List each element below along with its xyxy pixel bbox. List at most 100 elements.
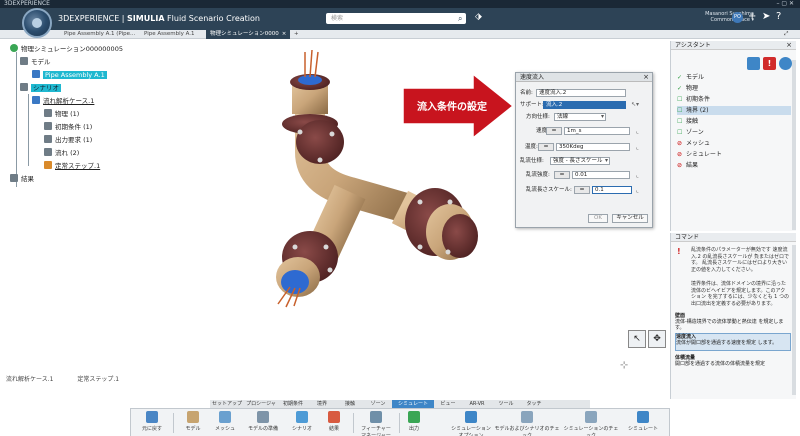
- assistant-item-results[interactable]: ⊘ 結果: [677, 161, 698, 170]
- callout-text: 流入条件の設定: [417, 102, 487, 113]
- tree-item-physics[interactable]: 物理 (1): [44, 109, 79, 119]
- tree-item-output[interactable]: 出力要求 (1): [44, 135, 92, 145]
- avatar[interactable]: PO: [732, 12, 743, 23]
- temperature-formula-button[interactable]: =: [538, 143, 554, 151]
- section-tab-tools[interactable]: ツール: [492, 400, 520, 408]
- tree-item-fluid-case[interactable]: 流れ解析ケース.1: [32, 96, 94, 106]
- search-icon[interactable]: ⌕: [458, 13, 468, 24]
- move-tool-icon[interactable]: ✥: [648, 330, 666, 348]
- mesh-icon: [219, 411, 231, 423]
- model-icon: [20, 57, 28, 65]
- length-scale-field[interactable]: 0.1: [592, 186, 632, 194]
- parameter-icon[interactable]: ⌞: [636, 172, 639, 179]
- command-velocity-inlet[interactable]: 速度流入 流体が開口部を通過する速度を規定 します。: [675, 333, 791, 351]
- tree-item-scenario[interactable]: シナリオ: [20, 83, 61, 93]
- share-icon[interactable]: ➤: [762, 11, 770, 23]
- undo-button[interactable]: 元に戻す: [137, 411, 167, 435]
- assistant-header: アシスタント ×: [671, 41, 796, 50]
- parameter-icon[interactable]: ⌞: [636, 187, 639, 194]
- section-tab-initial[interactable]: 初期条件: [278, 400, 308, 408]
- assistant-item-simulate[interactable]: ⊘ シミュレート: [677, 150, 722, 159]
- tree-item-model[interactable]: モデル: [20, 57, 51, 67]
- assistant-scrollbar[interactable]: [792, 60, 796, 230]
- section-tab-arvr[interactable]: AR-VR: [462, 400, 492, 408]
- assistant-item-contact[interactable]: ☐ 接触: [677, 117, 698, 126]
- status-item-case[interactable]: 流れ解析ケース.1: [6, 376, 53, 383]
- velocity-formula-button[interactable]: =: [546, 127, 562, 135]
- search-input[interactable]: 検索: [326, 13, 466, 24]
- scenario-button[interactable]: シナリオ: [287, 411, 317, 435]
- scenario-icon: [296, 411, 308, 423]
- tree-item-flow[interactable]: 流れ (2): [44, 148, 79, 158]
- simulation-options-button[interactable]: シミュレーション オプション: [449, 411, 493, 436]
- add-icon[interactable]: +: [748, 11, 756, 23]
- simulate-button[interactable]: シミュレート: [623, 411, 663, 435]
- assistant-item-model[interactable]: ✓ モデル: [677, 73, 704, 82]
- settings-icon[interactable]: [779, 57, 792, 70]
- cancel-button[interactable]: キャンセル: [612, 214, 648, 223]
- parameter-icon[interactable]: ⌞: [636, 144, 639, 151]
- model-button[interactable]: モデル: [179, 411, 207, 435]
- tree-root[interactable]: 物理シミュレーション000000005: [10, 44, 123, 54]
- intensity-formula-button[interactable]: =: [554, 171, 570, 179]
- tab-add[interactable]: +: [290, 30, 303, 39]
- turbulence-dropdown[interactable]: 強度 - 長さスケール: [550, 157, 610, 165]
- name-field[interactable]: 速度流入.2: [536, 89, 626, 97]
- section-tab-view[interactable]: ビュー: [434, 400, 462, 408]
- simulation-check-button[interactable]: シミュレーションのチェック: [563, 411, 619, 436]
- compass-icon[interactable]: [22, 8, 52, 38]
- tab-physics-simulation[interactable]: 物理シミュレーション0000 ×: [206, 30, 291, 39]
- close-icon[interactable]: ×: [786, 41, 792, 50]
- list-view-icon[interactable]: [747, 57, 760, 70]
- tree-item-results[interactable]: 結果: [10, 174, 34, 184]
- command-wall[interactable]: 壁面 流体-構造境界での流体挙動と熱伝達 を規定します。: [675, 313, 791, 331]
- close-icon[interactable]: ×: [282, 31, 287, 37]
- user-info[interactable]: Masanori Sunshima Common Space ▾: [690, 11, 754, 23]
- command-volume-flow[interactable]: 体積流量 開口部を通過する流体の体積流量を規定: [675, 355, 791, 373]
- tag-icon[interactable]: ⬗: [475, 12, 482, 22]
- ok-button[interactable]: OK: [588, 214, 608, 223]
- assistant-item-mesh[interactable]: ⊘ メッシュ: [677, 139, 710, 148]
- selection-icon[interactable]: ↖▾: [631, 101, 639, 108]
- tree-item-steady[interactable]: 定常ステップ.1: [44, 161, 100, 171]
- assistant-item-initial[interactable]: ☐ 初期条件: [677, 95, 710, 104]
- temperature-field[interactable]: 350Kdeg: [556, 143, 630, 151]
- parameter-icon[interactable]: ⌞: [636, 128, 639, 135]
- velocity-field[interactable]: 1m_s: [564, 127, 630, 135]
- model-scenario-check-button[interactable]: モデルおよびシナリオのチェック: [493, 411, 561, 436]
- output-icon: [408, 411, 420, 423]
- tree-item-pipe-assembly[interactable]: Pipe Assembly A.1: [32, 70, 107, 80]
- section-tab-boundary[interactable]: 境界: [308, 400, 336, 408]
- select-tool-icon[interactable]: ↖: [628, 330, 646, 348]
- warning-icon[interactable]: !: [763, 57, 776, 70]
- assistant-item-physics[interactable]: ✓ 物理: [677, 84, 698, 93]
- section-tab-procedure[interactable]: プロシージャ: [244, 400, 278, 408]
- assistant-item-zone[interactable]: ☐ ゾーン: [677, 128, 704, 137]
- assistant-item-boundary[interactable]: ☐ 境界 (2): [677, 106, 791, 115]
- output-button[interactable]: 出力: [403, 411, 425, 435]
- status-item-step[interactable]: 定常ステップ.1: [77, 376, 119, 383]
- tree-item-initial[interactable]: 初期条件 (1): [44, 122, 92, 132]
- support-field[interactable]: 流入.2: [543, 101, 626, 109]
- help-icon[interactable]: ?: [776, 11, 781, 23]
- command-scrollbar[interactable]: [792, 245, 796, 395]
- length-formula-button[interactable]: =: [574, 186, 590, 194]
- section-tab-touch[interactable]: タッチ: [520, 400, 548, 408]
- section-tab-contact[interactable]: 接触: [336, 400, 364, 408]
- mesh-button[interactable]: メッシュ: [211, 411, 239, 435]
- viewport-tools: ↖ ✥: [628, 330, 666, 348]
- section-tab-simulate[interactable]: シミュレート: [392, 400, 434, 408]
- section-tab-setup[interactable]: セットアップ: [210, 400, 244, 408]
- feature-manager-button[interactable]: フィーチャー マネージャー: [359, 411, 393, 436]
- compass-axis-icon[interactable]: ⊹: [620, 360, 628, 371]
- intensity-field[interactable]: 0.01: [572, 171, 630, 179]
- tab-pipe-assembly-2[interactable]: Pipe Assembly A.1: [140, 30, 199, 39]
- model-prep-button[interactable]: モデルの準備: [243, 411, 283, 435]
- fullscreen-icon[interactable]: ⤢: [780, 30, 792, 39]
- results-button[interactable]: 結果: [321, 411, 347, 435]
- close-icon[interactable]: ×: [643, 73, 649, 82]
- tab-pipe-assembly-1[interactable]: Pipe Assembly A.1 (Pipe...: [60, 30, 139, 39]
- direction-dropdown[interactable]: 法線: [554, 113, 606, 121]
- window-controls[interactable]: – ▢ ✕: [776, 0, 794, 8]
- section-tab-zone[interactable]: ゾーン: [364, 400, 392, 408]
